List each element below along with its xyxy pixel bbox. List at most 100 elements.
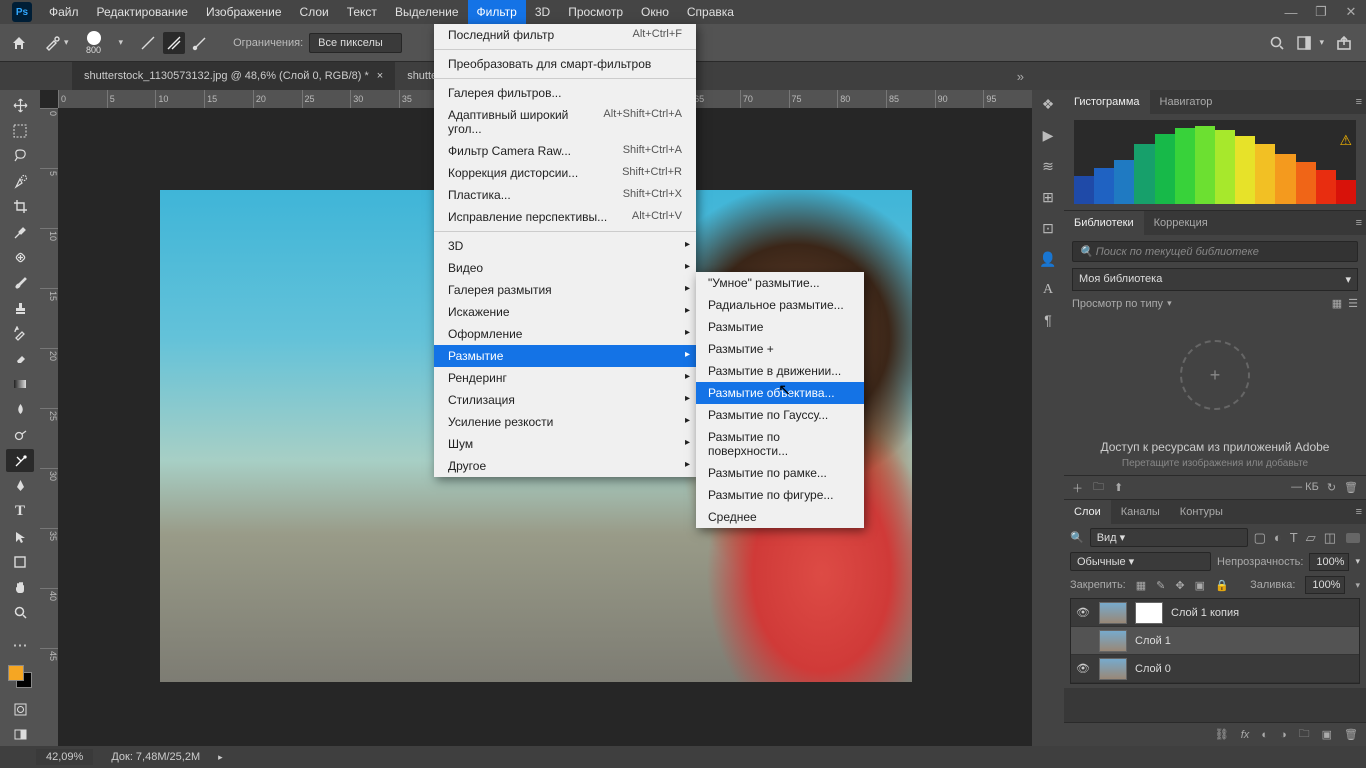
library-view-select[interactable]: Просмотр по типу <box>1072 298 1163 310</box>
vstrip-icon[interactable]: ⊞ <box>1042 189 1054 206</box>
healing-tool-icon[interactable] <box>6 246 34 268</box>
menu-изображение[interactable]: Изображение <box>197 0 291 24</box>
delete-layer-icon[interactable]: 🗑 <box>1344 728 1358 741</box>
panel-menu-icon[interactable]: ≡ <box>1356 96 1362 108</box>
fx-icon[interactable]: fx <box>1241 729 1250 741</box>
brush-mode-icon-3[interactable] <box>189 32 211 54</box>
gradient-tool-icon[interactable] <box>6 373 34 395</box>
stamp-tool-icon[interactable] <box>6 297 34 319</box>
tab-libraries[interactable]: Библиотеки <box>1064 211 1144 235</box>
menu-item[interactable]: Рендеринг <box>434 367 696 389</box>
menu-item[interactable]: Оформление <box>434 323 696 345</box>
adjustment-icon[interactable]: ◑ <box>1280 729 1287 741</box>
filter-type-icon[interactable]: T <box>1290 530 1298 546</box>
submenu-item[interactable]: Размытие в движении... <box>696 360 864 382</box>
link-layers-icon[interactable]: ⛓ <box>1215 728 1229 741</box>
menu-item[interactable]: Усиление резкости <box>434 411 696 433</box>
menu-item[interactable]: Стилизация <box>434 389 696 411</box>
window-restore-icon[interactable]: ❐ <box>1306 4 1336 20</box>
new-layer-icon[interactable]: ▣ <box>1322 728 1332 741</box>
menu-item[interactable]: Преобразовать для смарт-фильтров <box>434 53 696 75</box>
lasso-tool-icon[interactable] <box>6 145 34 167</box>
color-swatches[interactable] <box>8 665 32 688</box>
menu-фильтр[interactable]: Фильтр <box>468 0 526 24</box>
filter-pixel-icon[interactable]: ▢ <box>1254 530 1266 546</box>
submenu-item[interactable]: Размытие по Гауссу... <box>696 404 864 426</box>
menu-текст[interactable]: Текст <box>338 0 386 24</box>
filter-shape-icon[interactable]: ▱ <box>1306 530 1316 546</box>
menu-item[interactable]: Видео <box>434 257 696 279</box>
submenu-item[interactable]: Радиальное размытие... <box>696 294 864 316</box>
menu-выделение[interactable]: Выделение <box>386 0 468 24</box>
collapse-panels-icon[interactable]: » <box>1017 69 1024 84</box>
zoom-tool-icon[interactable] <box>6 602 34 624</box>
vstrip-icon[interactable]: ⊡ <box>1042 220 1054 237</box>
blend-mode-select[interactable]: Обычные ▾ <box>1070 552 1211 571</box>
quick-select-tool-icon[interactable] <box>6 170 34 192</box>
panel-menu-icon[interactable]: ≡ <box>1356 506 1362 518</box>
home-icon[interactable] <box>8 32 30 54</box>
foreground-color-swatch[interactable] <box>8 665 24 681</box>
upload-icon[interactable]: ⬆ <box>1114 481 1123 494</box>
layer-filter-select[interactable]: Вид ▾ <box>1090 528 1248 547</box>
grid-view-icon[interactable]: ▦ <box>1332 297 1342 310</box>
submenu-item[interactable]: Среднее <box>696 506 864 528</box>
vstrip-icon[interactable]: ▶ <box>1043 127 1054 144</box>
tab-histogram[interactable]: Гистограмма <box>1064 90 1150 114</box>
vstrip-icon[interactable]: A <box>1043 282 1053 298</box>
sync-icon[interactable]: ↻ <box>1327 481 1336 494</box>
menu-3d[interactable]: 3D <box>526 0 559 24</box>
trash-icon[interactable]: 🗑 <box>1344 481 1358 494</box>
blur-tool-icon[interactable] <box>6 399 34 421</box>
menu-item[interactable]: Галерея размытия <box>434 279 696 301</box>
menu-item[interactable]: 3D <box>434 235 696 257</box>
screen-mode-icon[interactable] <box>6 724 34 746</box>
workspace-icon[interactable] <box>1297 35 1315 51</box>
brush-preset-picker[interactable]: 800 <box>75 28 113 58</box>
menu-item[interactable]: Шум <box>434 433 696 455</box>
brush-mode-icon-1[interactable] <box>137 32 159 54</box>
menu-item[interactable]: Исправление перспективы...Alt+Ctrl+V <box>434 206 696 228</box>
layer-row[interactable]: Слой 1 <box>1071 627 1359 655</box>
menu-item[interactable]: Пластика...Shift+Ctrl+X <box>434 184 696 206</box>
menu-окно[interactable]: Окно <box>632 0 678 24</box>
mask-icon[interactable]: ◐ <box>1261 729 1268 741</box>
list-view-icon[interactable]: ☰ <box>1348 297 1358 310</box>
add-icon[interactable]: ＋ <box>1072 480 1083 496</box>
lock-all-icon[interactable]: 🔒 <box>1215 579 1229 592</box>
group-icon[interactable]: 🗀 <box>1299 725 1310 744</box>
lock-position-icon[interactable]: ✥ <box>1175 579 1184 592</box>
library-search-input[interactable]: 🔍 Поиск по текущей библиотеке <box>1072 241 1358 262</box>
hand-tool-icon[interactable] <box>6 576 34 598</box>
zoom-level[interactable]: 42,09% <box>36 749 93 765</box>
tab-adjustments[interactable]: Коррекция <box>1144 211 1218 235</box>
menu-item[interactable]: Коррекция дисторсии...Shift+Ctrl+R <box>434 162 696 184</box>
window-minimize-icon[interactable]: — <box>1276 5 1306 20</box>
eyedropper-tool-icon[interactable] <box>6 221 34 243</box>
background-eraser-tool-icon[interactable] <box>6 449 34 471</box>
submenu-item[interactable]: "Умное" размытие... <box>696 272 864 294</box>
warning-icon[interactable]: ⚠ <box>1339 132 1352 149</box>
tab-navigator[interactable]: Навигатор <box>1150 90 1223 114</box>
crop-tool-icon[interactable] <box>6 196 34 218</box>
menu-файл[interactable]: Файл <box>40 0 88 24</box>
window-close-icon[interactable]: ✕ <box>1336 4 1366 20</box>
eraser-tool-icon[interactable] <box>6 348 34 370</box>
vstrip-icon[interactable]: 👤 <box>1039 251 1056 268</box>
layer-row[interactable]: 👁Слой 1 копия <box>1071 599 1359 627</box>
marquee-tool-icon[interactable] <box>6 119 34 141</box>
layer-row[interactable]: 👁Слой 0 <box>1071 655 1359 683</box>
tab-close-icon[interactable]: × <box>377 62 383 90</box>
menu-слои[interactable]: Слои <box>291 0 338 24</box>
folder-icon[interactable]: 🗀 <box>1093 478 1104 497</box>
search-icon[interactable] <box>1269 35 1285 51</box>
visibility-icon[interactable]: 👁 <box>1075 606 1091 619</box>
menu-редактирование[interactable]: Редактирование <box>88 0 197 24</box>
library-drop-zone[interactable]: + <box>1072 310 1358 440</box>
tab-paths[interactable]: Контуры <box>1170 500 1233 524</box>
edit-toolbar-icon[interactable]: ⋯ <box>6 634 34 656</box>
library-select[interactable]: Моя библиотека▾ <box>1072 268 1358 291</box>
menu-item[interactable]: Искажение <box>434 301 696 323</box>
document-tab[interactable]: shutterstock_1130573132.jpg @ 48,6% (Сло… <box>72 62 395 90</box>
submenu-item[interactable]: Размытие по фигуре... <box>696 484 864 506</box>
